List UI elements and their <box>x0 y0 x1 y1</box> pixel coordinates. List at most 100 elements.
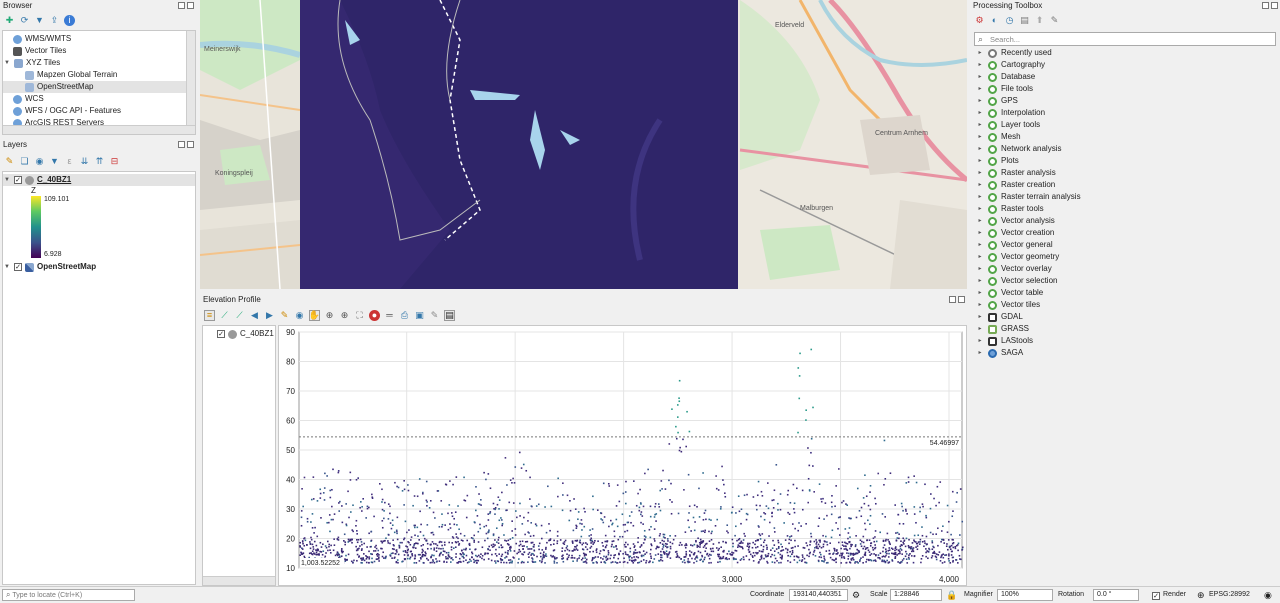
close-icon[interactable] <box>187 141 194 148</box>
expand-arrow-icon[interactable]: ▸ <box>976 71 984 83</box>
processing-group[interactable]: ▸ GRASS <box>976 323 1029 335</box>
processing-group[interactable]: ▸ Raster analysis <box>976 167 1056 179</box>
processing-group[interactable]: ▸ Layer tools <box>976 119 1040 131</box>
locate-search-input[interactable]: ⌕ Type to locate (Ctrl+K) <box>2 589 135 601</box>
expand-arrow-icon[interactable]: ▸ <box>976 167 984 179</box>
browser-item-selected[interactable]: OpenStreetMap <box>3 81 195 93</box>
expand-arrow-icon[interactable]: ▸ <box>976 335 984 347</box>
close-icon[interactable] <box>958 296 965 303</box>
info-icon[interactable]: i <box>64 14 75 26</box>
legend-hscrollbar[interactable] <box>203 576 275 585</box>
expand-arrow-icon[interactable]: ▸ <box>976 179 984 191</box>
close-icon[interactable] <box>187 2 194 9</box>
processing-group[interactable]: ▸ Vector creation <box>976 227 1054 239</box>
browser-item[interactable]: Vector Tiles <box>13 45 66 57</box>
layers-list-icon[interactable]: ≡ <box>204 309 215 321</box>
nudge-left-icon[interactable]: ◀ <box>249 310 260 321</box>
elevation-plot-area[interactable]: 54.46997 10 20 30 40 50 60 70 80 90 1,500 2,000 2,… <box>278 325 967 586</box>
map-canvas[interactable]: Meinerswijk Elderveld Centrum Arnhem Mal… <box>200 0 967 289</box>
processing-group[interactable]: ▸ Vector geometry <box>976 251 1059 263</box>
float-icon[interactable] <box>178 2 185 9</box>
browser-item[interactable]: ▼ XYZ Tiles <box>3 57 60 69</box>
float-icon[interactable] <box>178 141 185 148</box>
elevation-layer-checkbox[interactable]: ✓ <box>217 330 225 338</box>
layer-visibility-checkbox[interactable]: ✓ <box>14 176 22 184</box>
zoom-full-icon[interactable]: ⛶ <box>354 310 365 321</box>
dock-icon[interactable]: ▤ <box>444 309 455 321</box>
scale-field[interactable]: 1:28846 <box>890 589 942 601</box>
processing-group[interactable]: ▸ Raster creation <box>976 179 1055 191</box>
capture-curve-from-feature-icon[interactable]: ⟋ <box>234 310 245 321</box>
expand-arrow-icon[interactable]: ▸ <box>976 287 984 299</box>
settings-wrench-icon[interactable]: ✎ <box>429 310 440 321</box>
models-icon[interactable]: ⚙ <box>974 15 985 26</box>
processing-group[interactable]: ▸ Vector overlay <box>976 263 1052 275</box>
close-icon[interactable] <box>1271 2 1278 9</box>
expand-arrow-icon[interactable]: ▸ <box>976 311 984 323</box>
expand-arrow-icon[interactable]: ▸ <box>976 251 984 263</box>
expand-arrow-icon[interactable]: ▸ <box>976 215 984 227</box>
elevation-chart[interactable]: 54.46997 102030405060708090 1,500 2,000 2,… <box>279 326 966 585</box>
expand-arrow-icon[interactable]: ▸ <box>976 227 984 239</box>
layer-row-c40bz1[interactable]: ▼ ✓ C_40BZ1 <box>3 174 195 186</box>
refresh-icon[interactable]: ⟳ <box>19 15 30 26</box>
float-icon[interactable] <box>1262 2 1269 9</box>
expression-filter-icon[interactable]: ε <box>64 156 75 167</box>
tolerance-icon[interactable]: ═ <box>384 310 395 321</box>
python-scripts-icon[interactable]: ◐ <box>989 15 1000 26</box>
float-icon[interactable] <box>949 296 956 303</box>
expand-arrow-icon[interactable]: ▸ <box>976 275 984 287</box>
render-checkbox[interactable]: ✓ <box>1152 592 1160 600</box>
zoom-x-icon[interactable]: ⊕ <box>324 310 335 321</box>
rotation-field[interactable]: 0.0 ° <box>1093 589 1139 601</box>
toggle-extent-icon[interactable]: ⚙ <box>852 589 860 601</box>
processing-group[interactable]: ▸ Vector general <box>976 239 1053 251</box>
processing-group[interactable]: ▸ Plots <box>976 155 1019 167</box>
nudge-right-icon[interactable]: ▶ <box>264 310 275 321</box>
expand-arrow-icon[interactable]: ▸ <box>976 263 984 275</box>
expand-arrow-icon[interactable]: ▸ <box>976 143 984 155</box>
expand-arrow-icon[interactable]: ▸ <box>976 191 984 203</box>
processing-group[interactable]: ▸ Raster tools <box>976 203 1044 215</box>
crs-icon[interactable]: ⊕ <box>1197 589 1205 601</box>
processing-group[interactable]: ▸ Interpolation <box>976 107 1045 119</box>
magnifier-field[interactable]: 100% <box>997 589 1053 601</box>
browser-item[interactable]: WFS / OGC API - Features <box>13 105 121 117</box>
processing-search-input[interactable]: ⌕ Search... <box>974 32 1276 46</box>
collapse-all-icon[interactable]: ⇈ <box>94 156 105 167</box>
filter-icon[interactable]: ▼ <box>34 15 45 26</box>
processing-group[interactable]: ▸ Vector analysis <box>976 215 1055 227</box>
processing-group[interactable]: ▸ Vector selection <box>976 275 1057 287</box>
expand-arrow-icon[interactable]: ▸ <box>976 323 984 335</box>
expand-arrow-icon[interactable]: ▸ <box>976 107 984 119</box>
filter-legend-icon[interactable]: ▼ <box>49 156 60 167</box>
identify-icon[interactable]: ◉ <box>294 310 305 321</box>
expand-arrow-icon[interactable]: ▼ <box>3 57 11 69</box>
browser-vscrollbar[interactable] <box>186 31 195 125</box>
processing-group[interactable]: ▸ GDAL <box>976 311 1023 323</box>
distance-icon[interactable]: ● <box>369 309 380 321</box>
expand-arrow-icon[interactable]: ▸ <box>976 83 984 95</box>
expand-all-icon[interactable]: ⇊ <box>79 156 90 167</box>
elevation-layer-row[interactable]: ✓ C_40BZ1 <box>217 328 274 340</box>
processing-group[interactable]: ▸ Recently used <box>976 47 1052 59</box>
messages-icon[interactable]: ◉ <box>1264 589 1272 601</box>
processing-group[interactable]: ▸ Network analysis <box>976 143 1061 155</box>
expand-arrow-icon[interactable]: ▼ <box>3 174 11 186</box>
layer-row-osm[interactable]: ▼ ✓ OpenStreetMap <box>3 261 96 273</box>
processing-group[interactable]: ▸ File tools <box>976 83 1033 95</box>
lock-icon[interactable]: 🔒 <box>946 589 957 601</box>
expand-arrow-icon[interactable]: ▸ <box>976 347 984 359</box>
coordinate-field[interactable]: 193140,440351 <box>789 589 848 601</box>
results-viewer-icon[interactable]: ▤ <box>1019 15 1030 26</box>
expand-arrow-icon[interactable]: ▸ <box>976 239 984 251</box>
browser-item[interactable]: WMS/WMTS <box>13 33 71 45</box>
collapse-all-icon[interactable]: ⇪ <box>49 15 60 26</box>
expand-arrow-icon[interactable]: ▸ <box>976 59 984 71</box>
browser-item[interactable]: WCS <box>13 93 44 105</box>
zoom-in-icon[interactable]: ⊕ <box>339 310 350 321</box>
expand-arrow-icon[interactable]: ▸ <box>976 155 984 167</box>
clear-icon[interactable]: ✎ <box>279 310 290 321</box>
visibility-eye-icon[interactable]: ◉ <box>34 156 45 167</box>
browser-hscrollbar[interactable] <box>3 125 195 134</box>
